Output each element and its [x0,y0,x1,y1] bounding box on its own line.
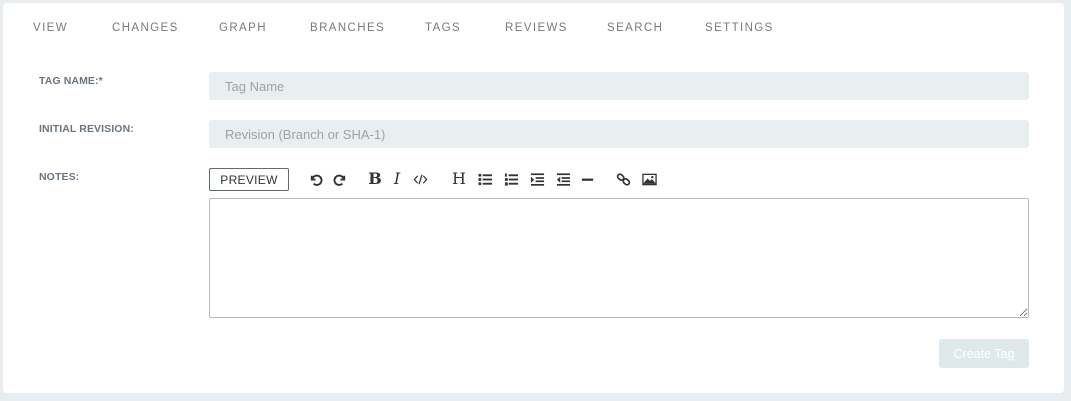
notes-textarea[interactable] [209,198,1029,318]
notes-label: NOTES: [39,171,80,183]
tab-view[interactable]: VIEW [33,22,68,34]
tag-name-label: TAG NAME:* [39,75,103,87]
redo-icon[interactable] [330,169,350,189]
bullet-list-icon[interactable] [475,169,495,189]
create-tag-button[interactable]: Create Tag [939,339,1029,368]
initial-revision-input[interactable] [209,120,1029,148]
tab-reviews[interactable]: REVIEWS [505,22,568,34]
link-icon[interactable] [613,169,633,189]
indent-icon[interactable] [527,169,547,189]
preview-button[interactable]: PREVIEW [209,168,289,191]
tab-search[interactable]: SEARCH [607,22,663,34]
bold-icon[interactable]: B [365,169,385,189]
initial-revision-label: INITIAL REVISION: [39,123,134,135]
italic-icon[interactable]: I [387,169,407,189]
heading-icon[interactable]: H [449,169,469,189]
tab-changes[interactable]: CHANGES [112,22,179,34]
tab-tags[interactable]: TAGS [425,22,461,34]
repo-tabs: VIEW CHANGES GRAPH BRANCHES TAGS REVIEWS… [3,3,1064,51]
tag-name-input[interactable] [209,72,1029,100]
tab-settings[interactable]: SETTINGS [705,22,774,34]
tab-graph[interactable]: GRAPH [219,22,267,34]
outdent-icon[interactable] [553,169,573,189]
tag-form-card: VIEW CHANGES GRAPH BRANCHES TAGS REVIEWS… [3,3,1064,393]
image-icon[interactable] [639,169,659,189]
tab-branches[interactable]: BRANCHES [310,22,385,34]
numbered-list-icon[interactable] [501,169,521,189]
undo-icon[interactable] [305,169,325,189]
horizontal-rule-icon[interactable] [577,169,597,189]
code-icon[interactable] [410,169,430,189]
